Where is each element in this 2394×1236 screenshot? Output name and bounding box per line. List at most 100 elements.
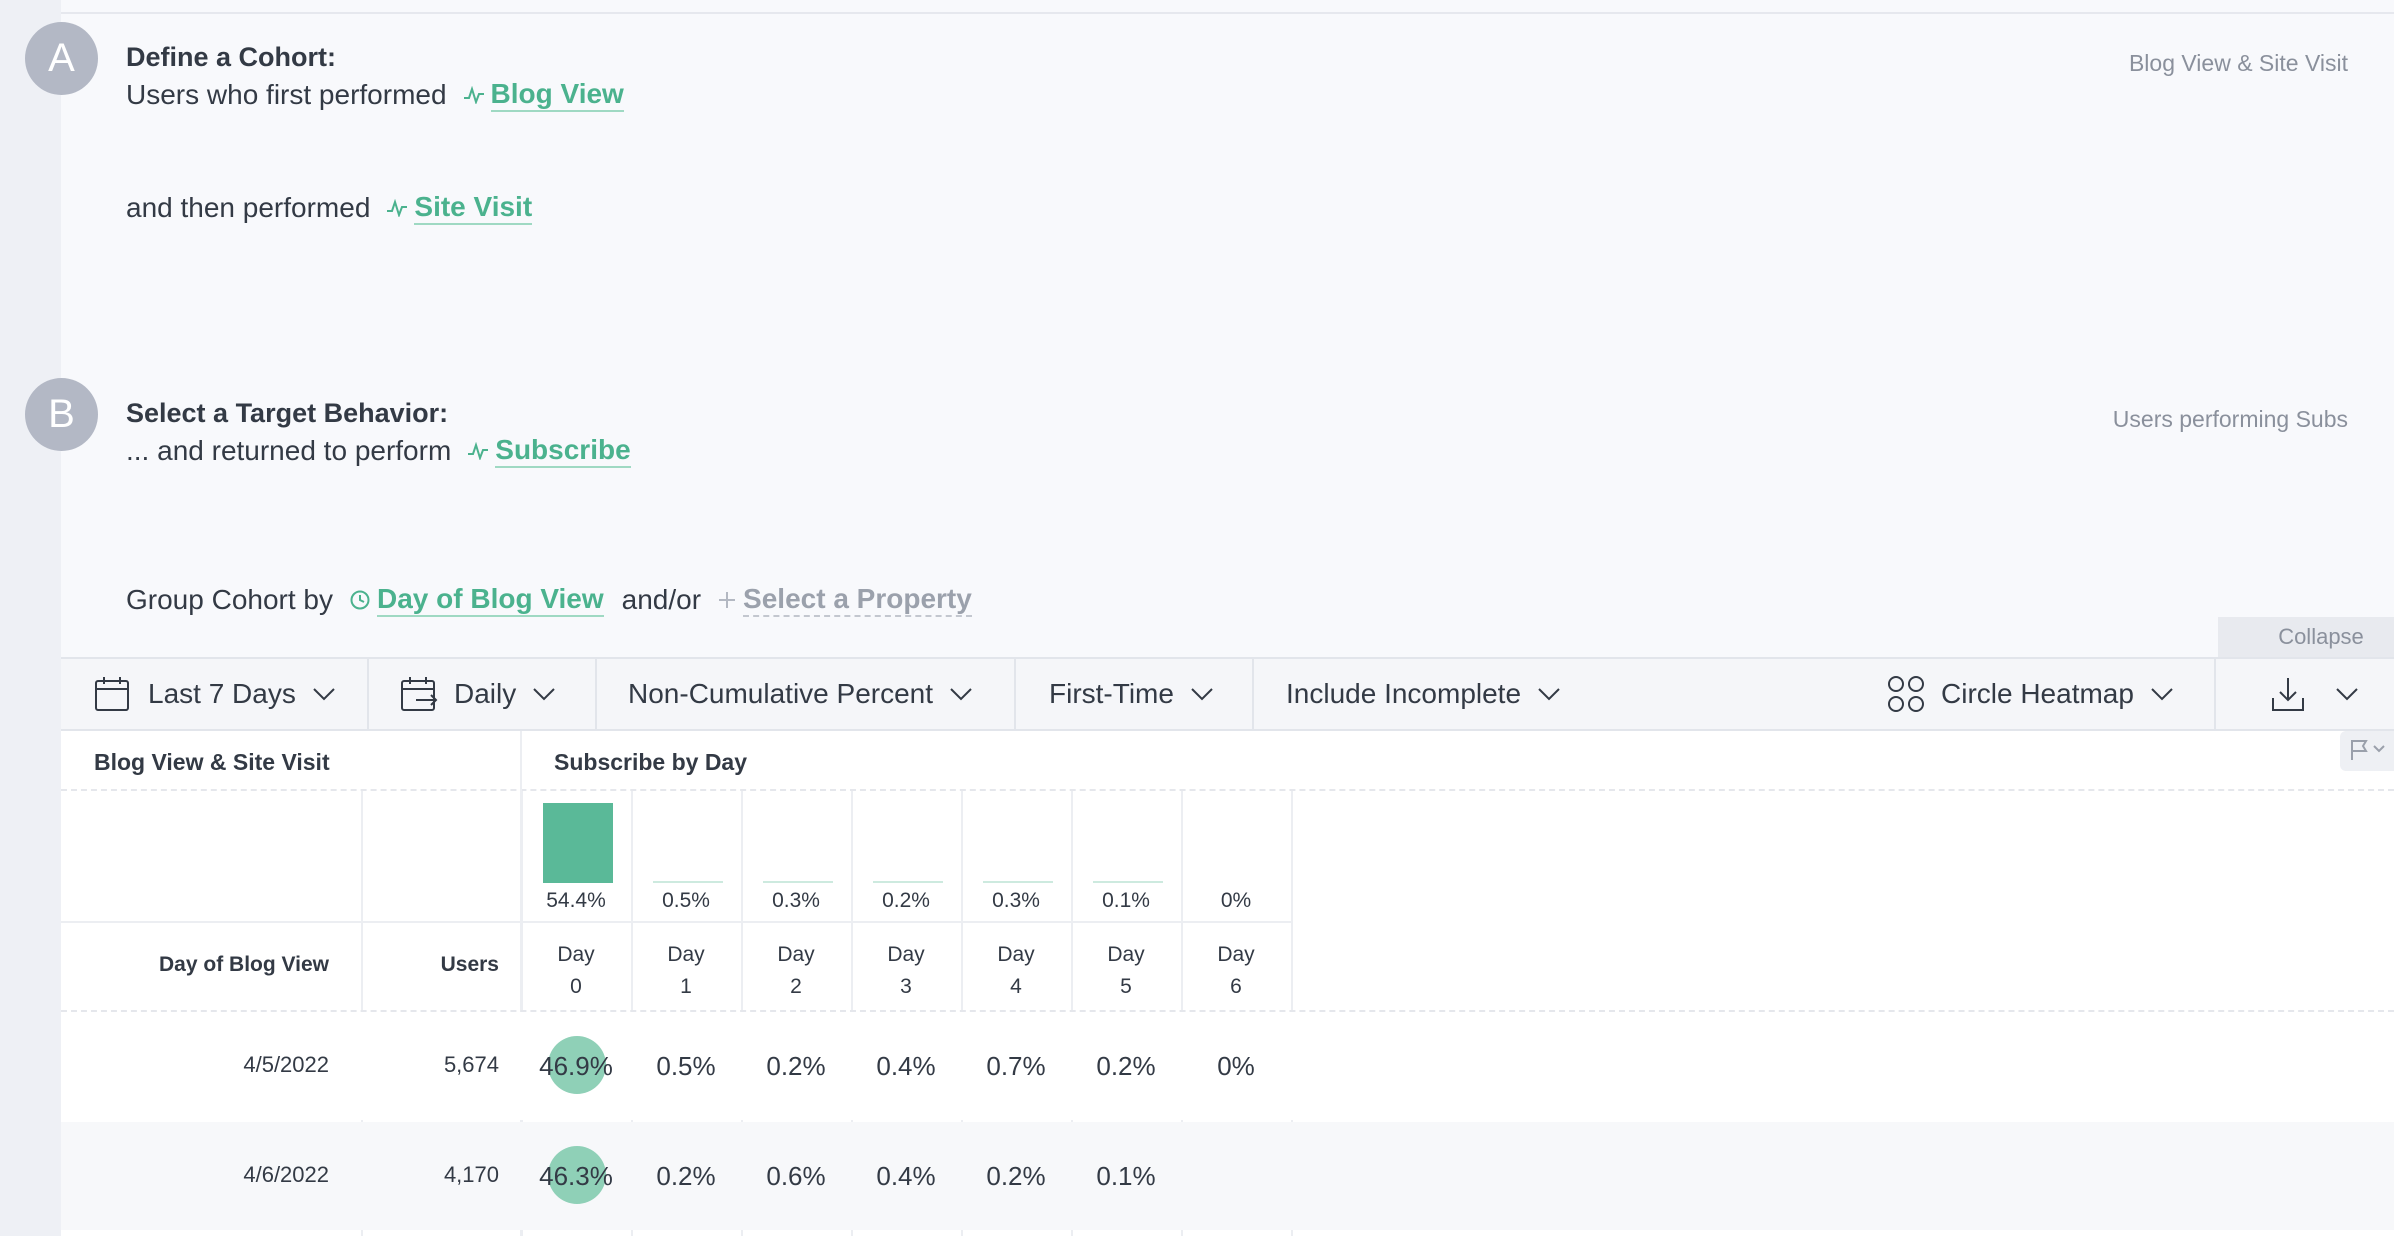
flag-button[interactable]: [2340, 731, 2394, 771]
first-event-link[interactable]: Blog View: [490, 78, 624, 113]
cohort-then-text: and then performed: [126, 192, 371, 224]
cohort-badge: A: [25, 22, 98, 95]
target-summary: Users performing Subs: [2112, 406, 2348, 432]
day-word: Day: [777, 943, 815, 966]
toolbar-divider: [1014, 659, 1016, 729]
day-summary-bar[interactable]: [1093, 881, 1163, 883]
calendar-icon: [95, 677, 129, 711]
day-number: 3: [900, 975, 912, 998]
day-column-header: Day 3: [852, 939, 960, 1003]
visualization-label: Circle Heatmap: [1941, 678, 2134, 709]
retention-cell[interactable]: 0.2%: [962, 1161, 1070, 1192]
group-column-header: Day of Blog View: [159, 953, 329, 976]
group-property-link[interactable]: Day of Blog View: [377, 583, 604, 618]
day-column-header: Day 1: [632, 939, 740, 1003]
clock-icon: [350, 590, 370, 610]
collapse-button[interactable]: Collapse: [2218, 617, 2394, 657]
then-event-link[interactable]: Site Visit: [414, 191, 533, 226]
chevron-down-icon: [1191, 688, 1213, 701]
interval-dropdown[interactable]: Daily: [400, 659, 556, 729]
incomplete-dropdown[interactable]: Include Incomplete: [1286, 659, 1561, 729]
day-number: 0: [570, 975, 582, 998]
retention-cell[interactable]: 0.4%: [852, 1161, 960, 1192]
day-word: Day: [997, 943, 1035, 966]
day-summary-bar[interactable]: [763, 881, 833, 883]
cohort-first-text: Users who first performed: [126, 79, 447, 111]
chevron-down-icon: [2336, 688, 2358, 701]
visualization-dropdown[interactable]: Circle Heatmap: [1887, 659, 2174, 729]
day-summary-label: 0.3%: [992, 889, 1040, 912]
target-event-link[interactable]: Subscribe: [495, 434, 631, 469]
day-word: Day: [1107, 943, 1145, 966]
date-range-dropdown[interactable]: Last 7 Days: [94, 659, 336, 729]
row-divider: [61, 921, 1292, 923]
event-pulse-icon: [387, 199, 408, 218]
chevron-down-icon: [2151, 688, 2173, 701]
day-word: Day: [667, 943, 705, 966]
toolbar-divider: [2214, 659, 2216, 729]
measure-dropdown[interactable]: Non-Cumulative Percent: [628, 659, 973, 729]
day-summary-bar[interactable]: [983, 881, 1053, 883]
cohort-title: Define a Cohort:: [126, 42, 337, 72]
event-pulse-icon: [463, 86, 484, 105]
day-summary-bar[interactable]: [873, 881, 943, 883]
occurrence-dropdown[interactable]: First-Time: [1049, 659, 1214, 729]
cohort-header: Blog View & Site Visit: [94, 749, 330, 775]
chevron-down-icon: [313, 688, 335, 701]
day-column-header: Day 4: [962, 939, 1070, 1003]
day-summary-bar[interactable]: [543, 803, 613, 883]
row-users: 5,674: [443, 1052, 499, 1077]
day-number: 1: [680, 975, 692, 998]
day-word: Day: [1217, 943, 1255, 966]
row-date: 4/5/2022: [243, 1052, 329, 1077]
row-users: 4,170: [443, 1162, 499, 1187]
day-number: 6: [1230, 975, 1242, 998]
retention-cell[interactable]: 0.1%: [1072, 1161, 1180, 1192]
retention-cell[interactable]: 46.9%: [522, 1051, 630, 1082]
day-number: 4: [1010, 975, 1022, 998]
circle-grid-icon: [1888, 676, 1924, 712]
day-word: Day: [557, 943, 595, 966]
row-date: 4/6/2022: [243, 1162, 329, 1187]
toolbar-divider: [1252, 659, 1254, 729]
retention-cell[interactable]: 0.2%: [632, 1161, 740, 1192]
retention-cell[interactable]: 0%: [1182, 1051, 1290, 1082]
flag-icon: [2351, 740, 2385, 760]
retention-cell[interactable]: 0.5%: [632, 1051, 740, 1082]
interval-label: Daily: [454, 678, 517, 709]
toolbar-divider: [367, 659, 369, 729]
chevron-down-icon: [950, 688, 972, 701]
users-column-header: Users: [440, 953, 499, 976]
cohort-then-row: and then performed Site Visit: [126, 191, 533, 226]
cohort-first-row: Users who first performed Blog View: [126, 78, 624, 113]
table-header-row: Blog View & Site Visit Subscribe by Day: [61, 731, 2394, 791]
retention-cell[interactable]: 0.2%: [742, 1051, 850, 1082]
retention-cell[interactable]: 46.3%: [522, 1161, 630, 1192]
day-summary-label: 0.1%: [1102, 889, 1150, 912]
select-property-link[interactable]: Select a Property: [743, 583, 972, 618]
date-range-label: Last 7 Days: [148, 678, 296, 709]
target-row: ... and returned to perform Subscribe: [126, 434, 631, 469]
retention-cell[interactable]: 0.2%: [1072, 1051, 1180, 1082]
cohort-summary: Blog View & Site Visit: [2128, 50, 2348, 76]
retention-cell[interactable]: 0.7%: [962, 1051, 1070, 1082]
target-text: ... and returned to perform: [126, 435, 452, 467]
incomplete-label: Include Incomplete: [1286, 678, 1522, 709]
day-column-header: Day 0: [522, 939, 630, 1003]
day-summary-label: 0%: [1220, 889, 1252, 912]
target-title: Select a Target Behavior:: [126, 398, 449, 428]
left-rail: [0, 0, 61, 1236]
download-icon: [2272, 678, 2304, 711]
measure-label: Non-Cumulative Percent: [628, 678, 934, 709]
retention-cell[interactable]: 0.4%: [852, 1051, 960, 1082]
day-number: 2: [790, 975, 802, 998]
day-word: Day: [887, 943, 925, 966]
occurrence-label: First-Time: [1049, 678, 1174, 709]
day-summary-label: 0.2%: [882, 889, 930, 912]
day-summary-bar[interactable]: [653, 881, 723, 883]
retention-cell[interactable]: 0.6%: [742, 1161, 850, 1192]
report-toolbar: Last 7 Days Daily Non-Cumulative Percent…: [61, 657, 2394, 731]
group-row: Group Cohort by Day of Blog View and/or …: [126, 583, 972, 618]
export-dropdown[interactable]: [2271, 659, 2359, 729]
day-summary-label: 0.5%: [662, 889, 710, 912]
